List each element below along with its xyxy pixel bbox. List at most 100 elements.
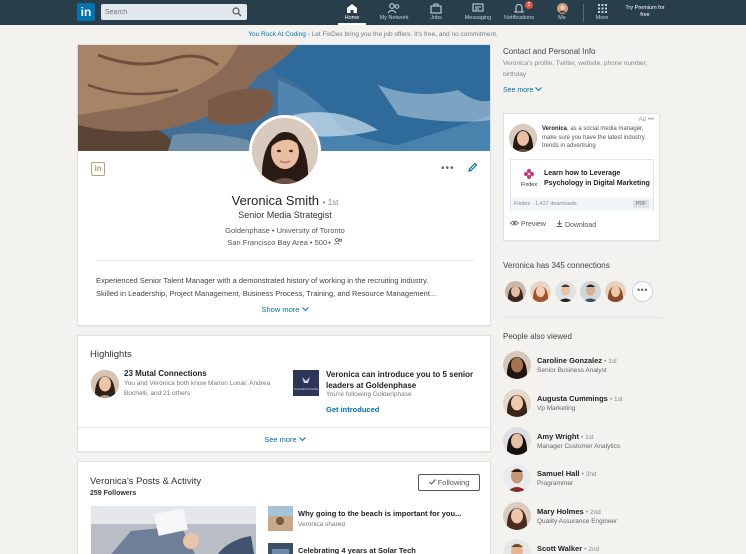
bell-icon [513,3,525,13]
following-button[interactable]: Following [418,474,480,491]
download-button[interactable]: Download [556,220,596,229]
more-options-icon[interactable]: ••• [441,163,455,174]
get-introduced-link[interactable]: Get introduced [326,405,379,414]
show-more-button[interactable]: Show more [78,305,490,314]
chevron-down-icon [301,307,309,312]
person-avatar[interactable] [503,502,531,530]
person-avatar[interactable] [503,464,531,492]
post-thumbnail[interactable] [268,506,293,531]
edit-pencil-icon[interactable] [467,162,478,173]
divider [78,427,492,428]
profile-photo[interactable] [249,115,321,187]
post-thumbnail[interactable] [268,543,293,554]
person-name[interactable]: Augusta Cummings • 1st [537,394,623,403]
mutual-connections-desc: You and Veronica both know Marion Lunar,… [124,380,271,397]
person-name-text: Caroline Gonzalez [537,356,603,365]
logo-text: GOLDEN PHASE [294,387,318,391]
introduce-title[interactable]: Veronica can introduce you to 5 senior l… [326,369,481,391]
linkedin-logo[interactable]: in [77,3,95,21]
mutual-connections-title[interactable]: 23 Mutal Connections [124,369,207,378]
person-name[interactable]: Scott Walker • 2nd [537,544,599,553]
nav-label: Home [344,15,360,21]
person-degree: • 2nd [581,471,597,478]
location: San Francisco Bay Area • 500+ [227,238,332,247]
preview-button[interactable]: Preview [509,220,546,228]
post-image[interactable] [91,506,256,554]
connection-avatar[interactable] [605,281,626,302]
ad-label: Ad ••• [639,117,654,123]
ad-name: Veronica [542,126,568,132]
goldenphase-logo[interactable]: GOLDEN PHASE [293,370,319,396]
divider [96,260,474,261]
nav-home[interactable]: Home [338,1,366,25]
person-name[interactable]: Samuel Hall • 2nd [537,469,597,478]
profile-card: in ••• Veronica Smith • 1st Senior Media… [77,44,491,326]
more-connections-icon[interactable]: ••• [632,281,653,302]
nav-label: Messaging [464,15,492,21]
profile-name-line: Veronica Smith • 1st [78,193,490,208]
post-subtitle: Veronica shared [298,521,345,528]
person-name[interactable]: Mary Holmes • 2nd [537,507,601,516]
see-more-button[interactable]: See more [78,435,492,444]
person-avatar[interactable] [503,427,531,455]
preview-label: Preview [520,221,546,228]
connection-avatar[interactable] [555,281,576,302]
search-box[interactable] [101,4,247,20]
nav-messaging[interactable]: Messaging [460,1,496,25]
ad-document-title[interactable]: Learn how to Leverage Psychology in Digi… [544,169,654,189]
connection-avatar[interactable] [505,281,526,302]
nav-jobs[interactable]: Jobs [424,1,448,25]
ad-options-icon[interactable]: ••• [648,117,654,123]
person-avatar[interactable] [503,389,531,417]
profile-headline: Senior Media Strategist [238,210,332,220]
nav-more[interactable]: More [591,1,613,25]
nav-notifications[interactable]: 2 Notifications [500,1,538,25]
person-role: Vp Marketing [537,405,576,412]
search-input[interactable] [101,4,221,20]
nav-my-network[interactable]: My Network [374,1,414,25]
person-name[interactable]: Caroline Gonzalez • 1st [537,356,617,365]
posts-activity-card: Veronica's Posts & Activity 259 Follower… [77,461,491,554]
network-icon [387,3,400,14]
contact-info-text: Veronica's profile, Twitter, website, ph… [503,60,648,78]
nav-me[interactable]: Me [551,1,573,25]
show-more-label: Show more [261,305,300,314]
person-name-text: Augusta Cummings [537,394,608,403]
home-icon [347,4,357,13]
person-role: Senior Business Analyst [537,367,607,374]
notification-badge: 2 [525,1,533,9]
try-premium-link[interactable]: Try Premium for free [625,5,665,19]
promo-text: - Let FixDex bring you the job offers. I… [305,31,498,38]
search-icon[interactable] [232,7,242,17]
ad-avatar [509,124,537,152]
mutual-connection-avatar[interactable] [91,370,119,398]
person-degree: • 2nd [585,509,601,516]
ad-document[interactable]: Fixdex Learn how to Leverage Psychology … [510,159,654,211]
connections-heading: Veronica has 345 connections [503,261,610,270]
promo-banner[interactable]: You Rock At Coding - Let FixDex bring yo… [0,31,746,38]
connection-avatar[interactable] [580,281,601,302]
download-label: Download [564,222,597,229]
pdf-badge: PDF [633,200,649,208]
post-title[interactable]: Why going to the beach is important for … [298,509,483,518]
post-title[interactable]: Celebrating 4 years at Solar Tech [298,546,483,554]
person-name[interactable]: Amy Wright • 1st [537,432,594,441]
eye-icon [509,220,520,226]
promo-brand[interactable]: You Rock At Coding [248,31,306,38]
person-name-text: Amy Wright [537,432,579,441]
nav-label: Me [558,15,566,21]
contact-see-more[interactable]: See more [503,87,543,94]
person-degree: • 1st [604,358,617,365]
location-connections[interactable]: San Francisco Bay Area • 500+ [78,238,490,247]
nav-label: Jobs [430,15,442,21]
ad-message: Veronica, as a social media manager, mak… [542,125,657,151]
chevron-down-icon [535,87,543,92]
connection-avatar[interactable] [530,281,551,302]
person-avatar[interactable] [503,539,531,554]
person-avatar[interactable] [503,351,531,379]
person-name-text: Scott Walker [537,544,583,553]
ad-label-text: Ad [638,117,647,123]
ad-card: Ad ••• Veronica, as a social media manag… [503,113,660,241]
download-count: Fixdex · 1,427 downloads [514,201,577,207]
following-label: Following [437,478,470,487]
